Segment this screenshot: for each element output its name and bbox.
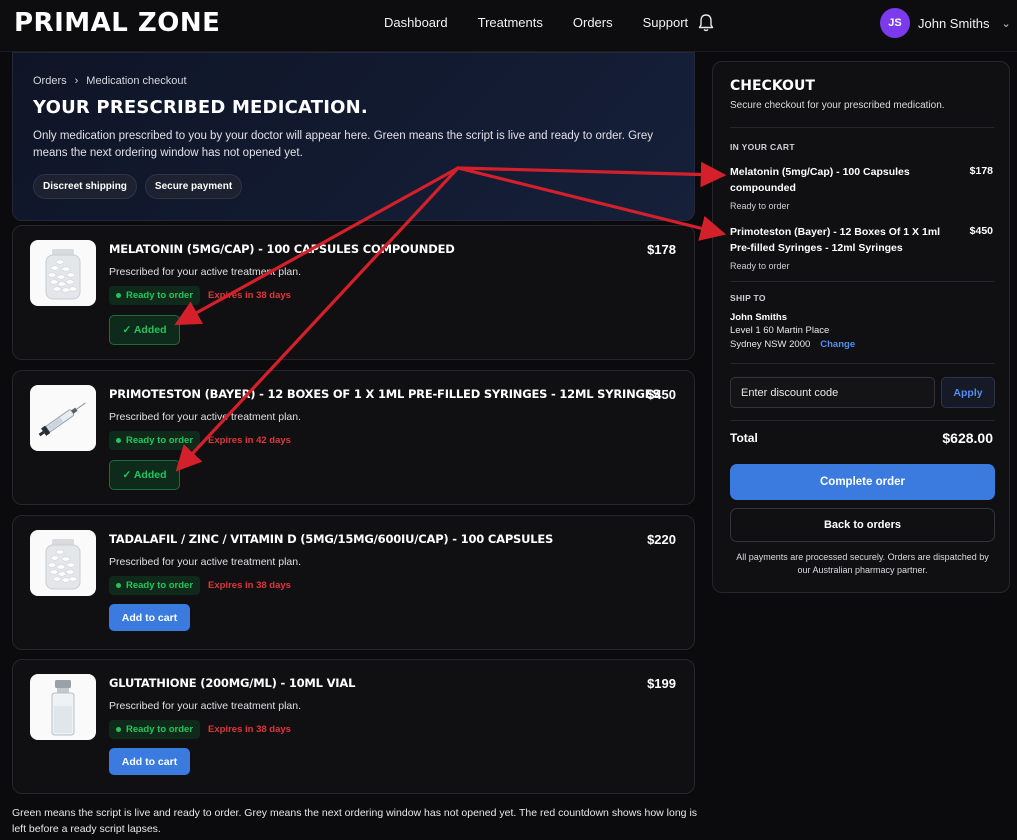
top-navigation-bar: PRIMAL ZONE Dashboard Treatments Orders … xyxy=(0,0,1017,52)
back-to-orders-button[interactable]: Back to orders xyxy=(730,508,995,542)
item-status-row: Ready to order Expires in 38 days xyxy=(109,286,291,305)
chevron-right-icon: › xyxy=(74,75,79,87)
item-title: PRIMOTESTON (BAYER) - 12 BOXES OF 1 X 1M… xyxy=(109,387,661,401)
checkout-title: CHECKOUT xyxy=(730,78,815,94)
add-to-cart-button[interactable]: Add to cart xyxy=(109,748,190,775)
expiry-countdown: Expires in 38 days xyxy=(208,290,291,301)
syringe-icon xyxy=(30,385,96,451)
ship-section-label: SHIP TO xyxy=(730,293,766,303)
ready-badge: Ready to order xyxy=(109,431,201,450)
item-status-row: Ready to order Expires in 38 days xyxy=(109,576,291,595)
ready-badge: Ready to order xyxy=(109,720,201,739)
ship-city: Sydney NSW 2000 xyxy=(730,339,811,350)
expiry-countdown: Expires in 42 days xyxy=(208,435,291,446)
item-title: GLUTATHIONE (200MG/ML) - 10ML VIAL xyxy=(109,676,356,690)
divider xyxy=(730,281,994,282)
total-label: Total xyxy=(730,431,758,445)
ship-address-line: Level 1 60 Martin Place xyxy=(730,325,830,336)
legend-footnote: Green means the script is live and ready… xyxy=(12,807,698,835)
main-nav: Dashboard Treatments Orders Support xyxy=(384,15,688,30)
total-value: $628.00 xyxy=(942,430,993,446)
chevron-down-icon: ⌄ xyxy=(1001,17,1011,30)
expiry-countdown: Expires in 38 days xyxy=(208,580,291,591)
medication-card: GLUTATHIONE (200MG/ML) - 10ML VIAL $199 … xyxy=(12,659,695,794)
divider xyxy=(730,363,994,364)
item-price: $199 xyxy=(647,676,676,691)
pill-discreet-shipping: Discreet shipping xyxy=(33,174,137,199)
status-dot-icon xyxy=(116,438,121,443)
pill-secure-payment: Secure payment xyxy=(144,174,243,199)
avatar: JS xyxy=(880,8,910,38)
breadcrumb: Orders › Medication checkout xyxy=(33,75,674,87)
ship-name: John Smiths xyxy=(730,312,788,323)
expiry-countdown: Expires in 38 days xyxy=(208,724,291,735)
bell-icon[interactable] xyxy=(697,13,715,33)
item-subtitle: Prescribed for your active treatment pla… xyxy=(109,700,302,712)
nav-treatments[interactable]: Treatments xyxy=(478,15,543,30)
medication-card: PRIMOTESTON (BAYER) - 12 BOXES OF 1 X 1M… xyxy=(12,370,695,505)
added-button[interactable]: ✓ Added xyxy=(109,315,180,345)
breadcrumb-orders[interactable]: Orders xyxy=(33,75,67,87)
brand-logo[interactable]: PRIMAL ZONE xyxy=(14,8,220,38)
cart-item-price: $450 xyxy=(969,225,993,237)
medication-card: MELATONIN (5MG/CAP) - 100 CAPSULES COMPO… xyxy=(12,225,695,360)
status-dot-icon xyxy=(116,583,121,588)
ready-badge: Ready to order xyxy=(109,576,201,595)
cart-item-status: Ready to order xyxy=(730,261,790,271)
cart-item-name: Melatonin (5mg/Cap) - 100 Capsules compo… xyxy=(730,166,910,194)
status-dot-icon xyxy=(116,727,121,732)
nav-orders[interactable]: Orders xyxy=(573,15,613,30)
item-price: $220 xyxy=(647,532,676,547)
ship-address-line2: Sydney NSW 2000 Change xyxy=(730,339,855,350)
added-button[interactable]: ✓ Added xyxy=(109,460,180,490)
ready-label: Ready to order xyxy=(126,724,194,735)
add-to-cart-button[interactable]: Add to cart xyxy=(109,604,190,631)
nav-dashboard[interactable]: Dashboard xyxy=(384,15,448,30)
item-status-row: Ready to order Expires in 38 days xyxy=(109,720,291,739)
discount-code-input[interactable] xyxy=(730,377,935,408)
pill-bottle-icon xyxy=(30,530,96,596)
page-description: Only medication prescribed to you by you… xyxy=(33,130,654,159)
cart-item-status: Ready to order xyxy=(730,201,790,211)
apply-discount-button[interactable]: Apply xyxy=(941,377,995,408)
ready-label: Ready to order xyxy=(126,435,194,446)
item-price: $178 xyxy=(647,242,676,257)
divider xyxy=(730,127,994,128)
payment-note: All payments are processed securely. Ord… xyxy=(736,552,989,575)
feature-pills: Discreet shipping Secure payment xyxy=(33,174,674,199)
item-subtitle: Prescribed for your active treatment pla… xyxy=(109,556,302,568)
item-subtitle: Prescribed for your active treatment pla… xyxy=(109,411,302,423)
user-menu[interactable]: JS John Smiths ⌄ xyxy=(880,8,1011,38)
hero-panel: Orders › Medication checkout YOUR PRESCR… xyxy=(12,52,695,221)
vial-icon xyxy=(30,674,96,740)
item-price: $450 xyxy=(647,387,676,402)
checkout-subtitle: Secure checkout for your prescribed medi… xyxy=(730,100,945,111)
complete-order-button[interactable]: Complete order xyxy=(730,464,995,500)
checkout-panel: CHECKOUT Secure checkout for your prescr… xyxy=(712,61,1010,593)
item-status-row: Ready to order Expires in 42 days xyxy=(109,431,291,450)
cart-item-price: $178 xyxy=(969,165,993,177)
page-title: YOUR PRESCRIBED MEDICATION. xyxy=(33,97,368,118)
divider xyxy=(730,420,994,421)
ready-label: Ready to order xyxy=(126,580,194,591)
medication-card: TADALAFIL / ZINC / VITAMIN D (5MG/15MG/6… xyxy=(12,515,695,650)
status-dot-icon xyxy=(116,293,121,298)
nav-support[interactable]: Support xyxy=(643,15,689,30)
cart-section-label: IN YOUR CART xyxy=(730,142,795,152)
user-name: John Smiths xyxy=(918,15,990,31)
item-subtitle: Prescribed for your active treatment pla… xyxy=(109,266,302,278)
ready-badge: Ready to order xyxy=(109,286,201,305)
item-title: TADALAFIL / ZINC / VITAMIN D (5MG/15MG/6… xyxy=(109,532,554,546)
cart-item-name: Primoteston (Bayer) - 12 Boxes Of 1 X 1m… xyxy=(730,226,941,254)
item-title: MELATONIN (5MG/CAP) - 100 CAPSULES COMPO… xyxy=(109,242,455,256)
breadcrumb-current: Medication checkout xyxy=(86,75,187,87)
change-address-link[interactable]: Change xyxy=(820,339,855,350)
pill-bottle-icon xyxy=(30,240,96,306)
ready-label: Ready to order xyxy=(126,290,194,301)
